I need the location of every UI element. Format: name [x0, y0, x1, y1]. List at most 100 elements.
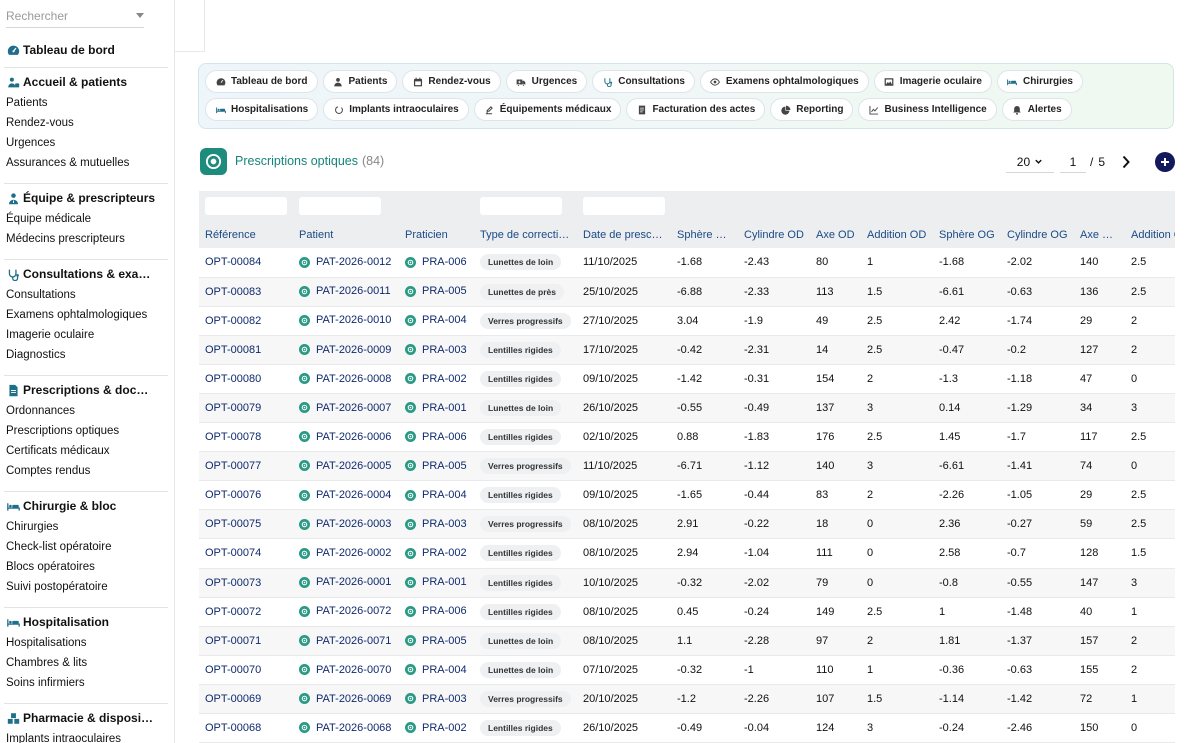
table-row[interactable]: OPT-00076 PAT-2026-0004 PRA-004 Lentilles r…: [199, 480, 1175, 511]
filter-reference-input[interactable]: [205, 197, 287, 215]
table-row[interactable]: OPT-00079 PAT-2026-0007 PRA-001 Lunettes de…: [199, 393, 1175, 424]
reference-link[interactable]: OPT-00084: [205, 256, 261, 268]
module-chip[interactable]: Tableau de bord: [205, 70, 318, 93]
column-header[interactable]: Date de presc…: [577, 221, 671, 248]
patient-link[interactable]: PAT-2026-0071: [299, 635, 391, 647]
module-chip[interactable]: Chirurgies: [996, 70, 1083, 93]
sidebar-item[interactable]: Ordonnances: [6, 401, 168, 421]
per-page-select[interactable]: 20: [1005, 151, 1054, 173]
patient-link[interactable]: PAT-2026-0002: [299, 547, 391, 559]
practitioner-link[interactable]: PRA-002: [405, 547, 467, 559]
reference-link[interactable]: OPT-00069: [205, 693, 261, 705]
patient-link[interactable]: PAT-2026-0068: [299, 722, 391, 734]
practitioner-link[interactable]: PRA-003: [405, 344, 467, 356]
reference-link[interactable]: OPT-00073: [205, 577, 261, 589]
chevron-down-icon[interactable]: [136, 13, 144, 18]
next-page-button[interactable]: [1119, 152, 1133, 172]
table-row[interactable]: OPT-00075 PAT-2026-0003 PRA-003 Verres prog…: [199, 509, 1175, 540]
practitioner-link[interactable]: PRA-001: [405, 576, 467, 588]
sidebar-item[interactable]: Suivi postopératoire: [6, 577, 168, 597]
sidebar-item-dashboard[interactable]: Tableau de bord: [0, 43, 174, 57]
reference-link[interactable]: OPT-00077: [205, 460, 261, 472]
filter-type-input[interactable]: [480, 197, 562, 215]
sidebar-section-header[interactable]: Prescriptions & doc…: [6, 383, 168, 397]
sidebar-section-header[interactable]: Chirurgie & bloc: [6, 499, 168, 513]
column-header[interactable]: Addition OD: [861, 221, 933, 248]
sidebar-item[interactable]: Soins infirmiers: [6, 673, 168, 693]
reference-link[interactable]: OPT-00068: [205, 722, 261, 734]
table-row[interactable]: OPT-00080 PAT-2026-0008 PRA-002 Lentilles r…: [199, 364, 1175, 394]
practitioner-link[interactable]: PRA-004: [405, 489, 467, 501]
reference-link[interactable]: OPT-00080: [205, 373, 261, 385]
sidebar-item[interactable]: Chambres & lits: [6, 653, 168, 673]
practitioner-link[interactable]: PRA-003: [405, 693, 467, 705]
module-chip[interactable]: Urgences: [505, 70, 588, 93]
table-row[interactable]: OPT-00070 PAT-2026-0070 PRA-004 Lunettes de…: [199, 655, 1175, 685]
module-chip[interactable]: Reporting: [770, 98, 854, 121]
patient-link[interactable]: PAT-2026-0070: [299, 664, 391, 676]
sidebar-item[interactable]: Comptes rendus: [6, 461, 168, 481]
sidebar-item[interactable]: Implants intraoculaires: [6, 729, 168, 743]
table-row[interactable]: OPT-00081 PAT-2026-0009 PRA-003 Lentilles r…: [199, 335, 1175, 365]
column-header[interactable]: Praticien: [399, 221, 474, 248]
sidebar-item[interactable]: Imagerie oculaire: [6, 325, 168, 345]
column-header[interactable]: Cylindre OD: [738, 221, 810, 248]
practitioner-link[interactable]: PRA-005: [405, 635, 467, 647]
practitioner-link[interactable]: PRA-004: [405, 314, 467, 326]
current-page-input[interactable]: 1: [1059, 151, 1086, 173]
reference-link[interactable]: OPT-00079: [205, 402, 261, 414]
sidebar-section-header[interactable]: Hospitalisation: [6, 615, 168, 629]
table-row[interactable]: OPT-00074 PAT-2026-0002 PRA-002 Lentilles r…: [199, 538, 1175, 569]
patient-link[interactable]: PAT-2026-0072: [299, 605, 391, 617]
column-header[interactable]: Addition OG: [1125, 221, 1175, 248]
patient-link[interactable]: PAT-2026-0005: [299, 460, 391, 472]
table-row[interactable]: OPT-00077 PAT-2026-0005 PRA-005 Verres prog…: [199, 451, 1175, 482]
practitioner-link[interactable]: PRA-006: [405, 431, 467, 443]
sidebar-search[interactable]: [6, 6, 144, 28]
sidebar-item[interactable]: Diagnostics: [6, 345, 168, 365]
sidebar-section-header[interactable]: Consultations & exa…: [6, 267, 168, 281]
patient-link[interactable]: PAT-2026-0069: [299, 693, 391, 705]
module-chip[interactable]: Consultations: [592, 70, 695, 93]
sidebar-item[interactable]: Urgences: [6, 133, 168, 153]
patient-link[interactable]: PAT-2026-0008: [299, 373, 391, 385]
practitioner-link[interactable]: PRA-002: [405, 373, 467, 385]
sidebar-item[interactable]: Prescriptions optiques: [6, 421, 168, 441]
reference-link[interactable]: OPT-00076: [205, 489, 261, 501]
filter-patient-input[interactable]: [299, 197, 381, 215]
reference-link[interactable]: OPT-00083: [205, 286, 261, 298]
sidebar-item[interactable]: Consultations: [6, 285, 168, 305]
practitioner-link[interactable]: PRA-001: [405, 402, 467, 414]
practitioner-link[interactable]: PRA-003: [405, 518, 467, 530]
patient-link[interactable]: PAT-2026-0004: [299, 489, 391, 501]
column-header[interactable]: Type de correcti…: [474, 221, 577, 248]
patient-link[interactable]: PAT-2026-0007: [299, 402, 391, 414]
sidebar-item[interactable]: Patients: [6, 93, 168, 113]
table-row[interactable]: OPT-00078 PAT-2026-0006 PRA-006 Lentilles r…: [199, 422, 1175, 453]
reference-link[interactable]: OPT-00078: [205, 431, 261, 443]
table-row[interactable]: OPT-00072 PAT-2026-0072 PRA-006 Lentilles r…: [199, 597, 1175, 627]
sidebar-item[interactable]: Assurances & mutuelles: [6, 153, 168, 173]
practitioner-link[interactable]: PRA-005: [405, 460, 467, 472]
sidebar-item[interactable]: Chirurgies: [6, 517, 168, 537]
table-row[interactable]: OPT-00082 PAT-2026-0010 PRA-004 Verres prog…: [199, 306, 1175, 336]
practitioner-link[interactable]: PRA-006: [405, 256, 467, 268]
module-chip[interactable]: Rendez-vous: [402, 70, 501, 93]
patient-link[interactable]: PAT-2026-0010: [299, 314, 391, 326]
reference-link[interactable]: OPT-00081: [205, 344, 261, 356]
sidebar-item[interactable]: Blocs opératoires: [6, 557, 168, 577]
module-chip[interactable]: Hospitalisations: [205, 98, 319, 121]
column-header[interactable]: Axe OD: [810, 221, 861, 248]
module-chip[interactable]: Imagerie oculaire: [873, 70, 992, 93]
column-header[interactable]: Cylindre OG: [1001, 221, 1074, 248]
sidebar-section-header[interactable]: Accueil & patients: [6, 75, 168, 89]
table-row[interactable]: OPT-00071 PAT-2026-0071 PRA-005 Lunettes de…: [199, 626, 1175, 656]
filter-date-input[interactable]: [583, 197, 665, 215]
patient-link[interactable]: PAT-2026-0003: [299, 518, 391, 530]
column-header[interactable]: Référence: [199, 221, 293, 248]
table-row[interactable]: OPT-00068 PAT-2026-0068 PRA-002 Lentilles r…: [199, 713, 1175, 743]
reference-link[interactable]: OPT-00070: [205, 664, 261, 676]
sidebar-item[interactable]: Hospitalisations: [6, 633, 168, 653]
module-chip[interactable]: Business Intelligence: [858, 98, 997, 121]
sidebar-section-header[interactable]: Pharmacie & disposi…: [6, 711, 168, 725]
